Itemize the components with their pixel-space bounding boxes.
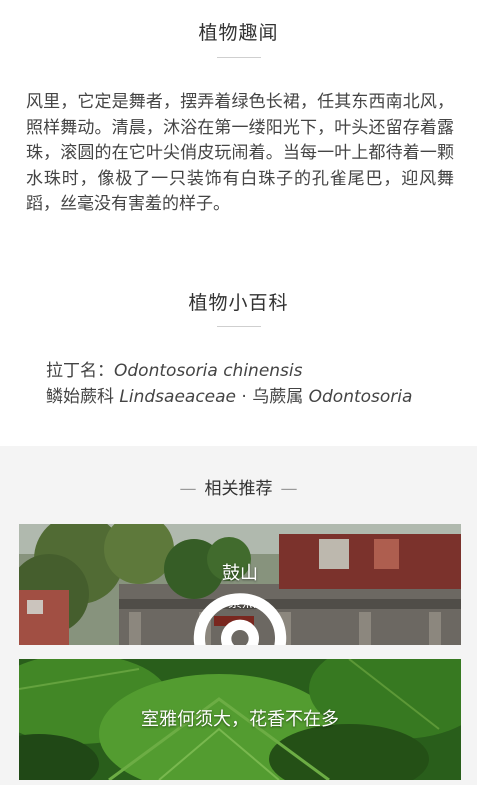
card-tag: 景点 bbox=[19, 592, 461, 645]
taxonomy-row: 鳞始蕨科 Lindsaeaceae · 乌蕨属 Odontosoria bbox=[46, 384, 466, 410]
latin-name-value: Odontosoria chinensis bbox=[114, 361, 303, 381]
section-title-fun-facts: 植物趣闻 bbox=[198, 22, 279, 44]
recommend-title: 相关推荐 bbox=[204, 479, 273, 499]
card-title: 室雅何须大，花香不在多 bbox=[141, 709, 339, 730]
title-divider bbox=[217, 57, 261, 58]
taxonomy-separator: · bbox=[236, 387, 253, 407]
card-title: 鼓山 bbox=[222, 563, 258, 584]
encyclopedia-block: 拉丁名：Odontosoria chinensis 鳞始蕨科 Lindsaeac… bbox=[46, 358, 466, 410]
genus-cn: 乌蕨属 bbox=[252, 387, 309, 407]
story-text: 风里，它定是舞者，摆弄着绿色长裙，任其东西南北风，照样舞动。清晨，沐浴在第一缕阳… bbox=[26, 92, 454, 214]
title-divider bbox=[217, 326, 261, 327]
heading-dash-left: — bbox=[179, 479, 197, 499]
genus-latin: Odontosoria bbox=[308, 387, 413, 407]
latin-name-label: 拉丁名： bbox=[46, 361, 114, 381]
latin-name-row: 拉丁名：Odontosoria chinensis bbox=[46, 358, 466, 384]
family-cn: 鳞始蕨科 bbox=[46, 387, 120, 407]
heading-dash-right: — bbox=[280, 479, 298, 499]
recommend-card-plant-article[interactable]: 室雅何须大，花香不在多 bbox=[19, 659, 461, 780]
section-title-encyclopedia: 植物小百科 bbox=[188, 292, 289, 314]
related-recommendations: — 相关推荐 — 鼓山 景点 室雅何须大，花香不在多 bbox=[0, 446, 477, 785]
recommend-heading: — 相关推荐 — bbox=[0, 474, 477, 499]
recommend-card-gushan[interactable]: 鼓山 景点 bbox=[19, 524, 461, 645]
family-latin: Lindsaeaceae bbox=[119, 387, 236, 407]
